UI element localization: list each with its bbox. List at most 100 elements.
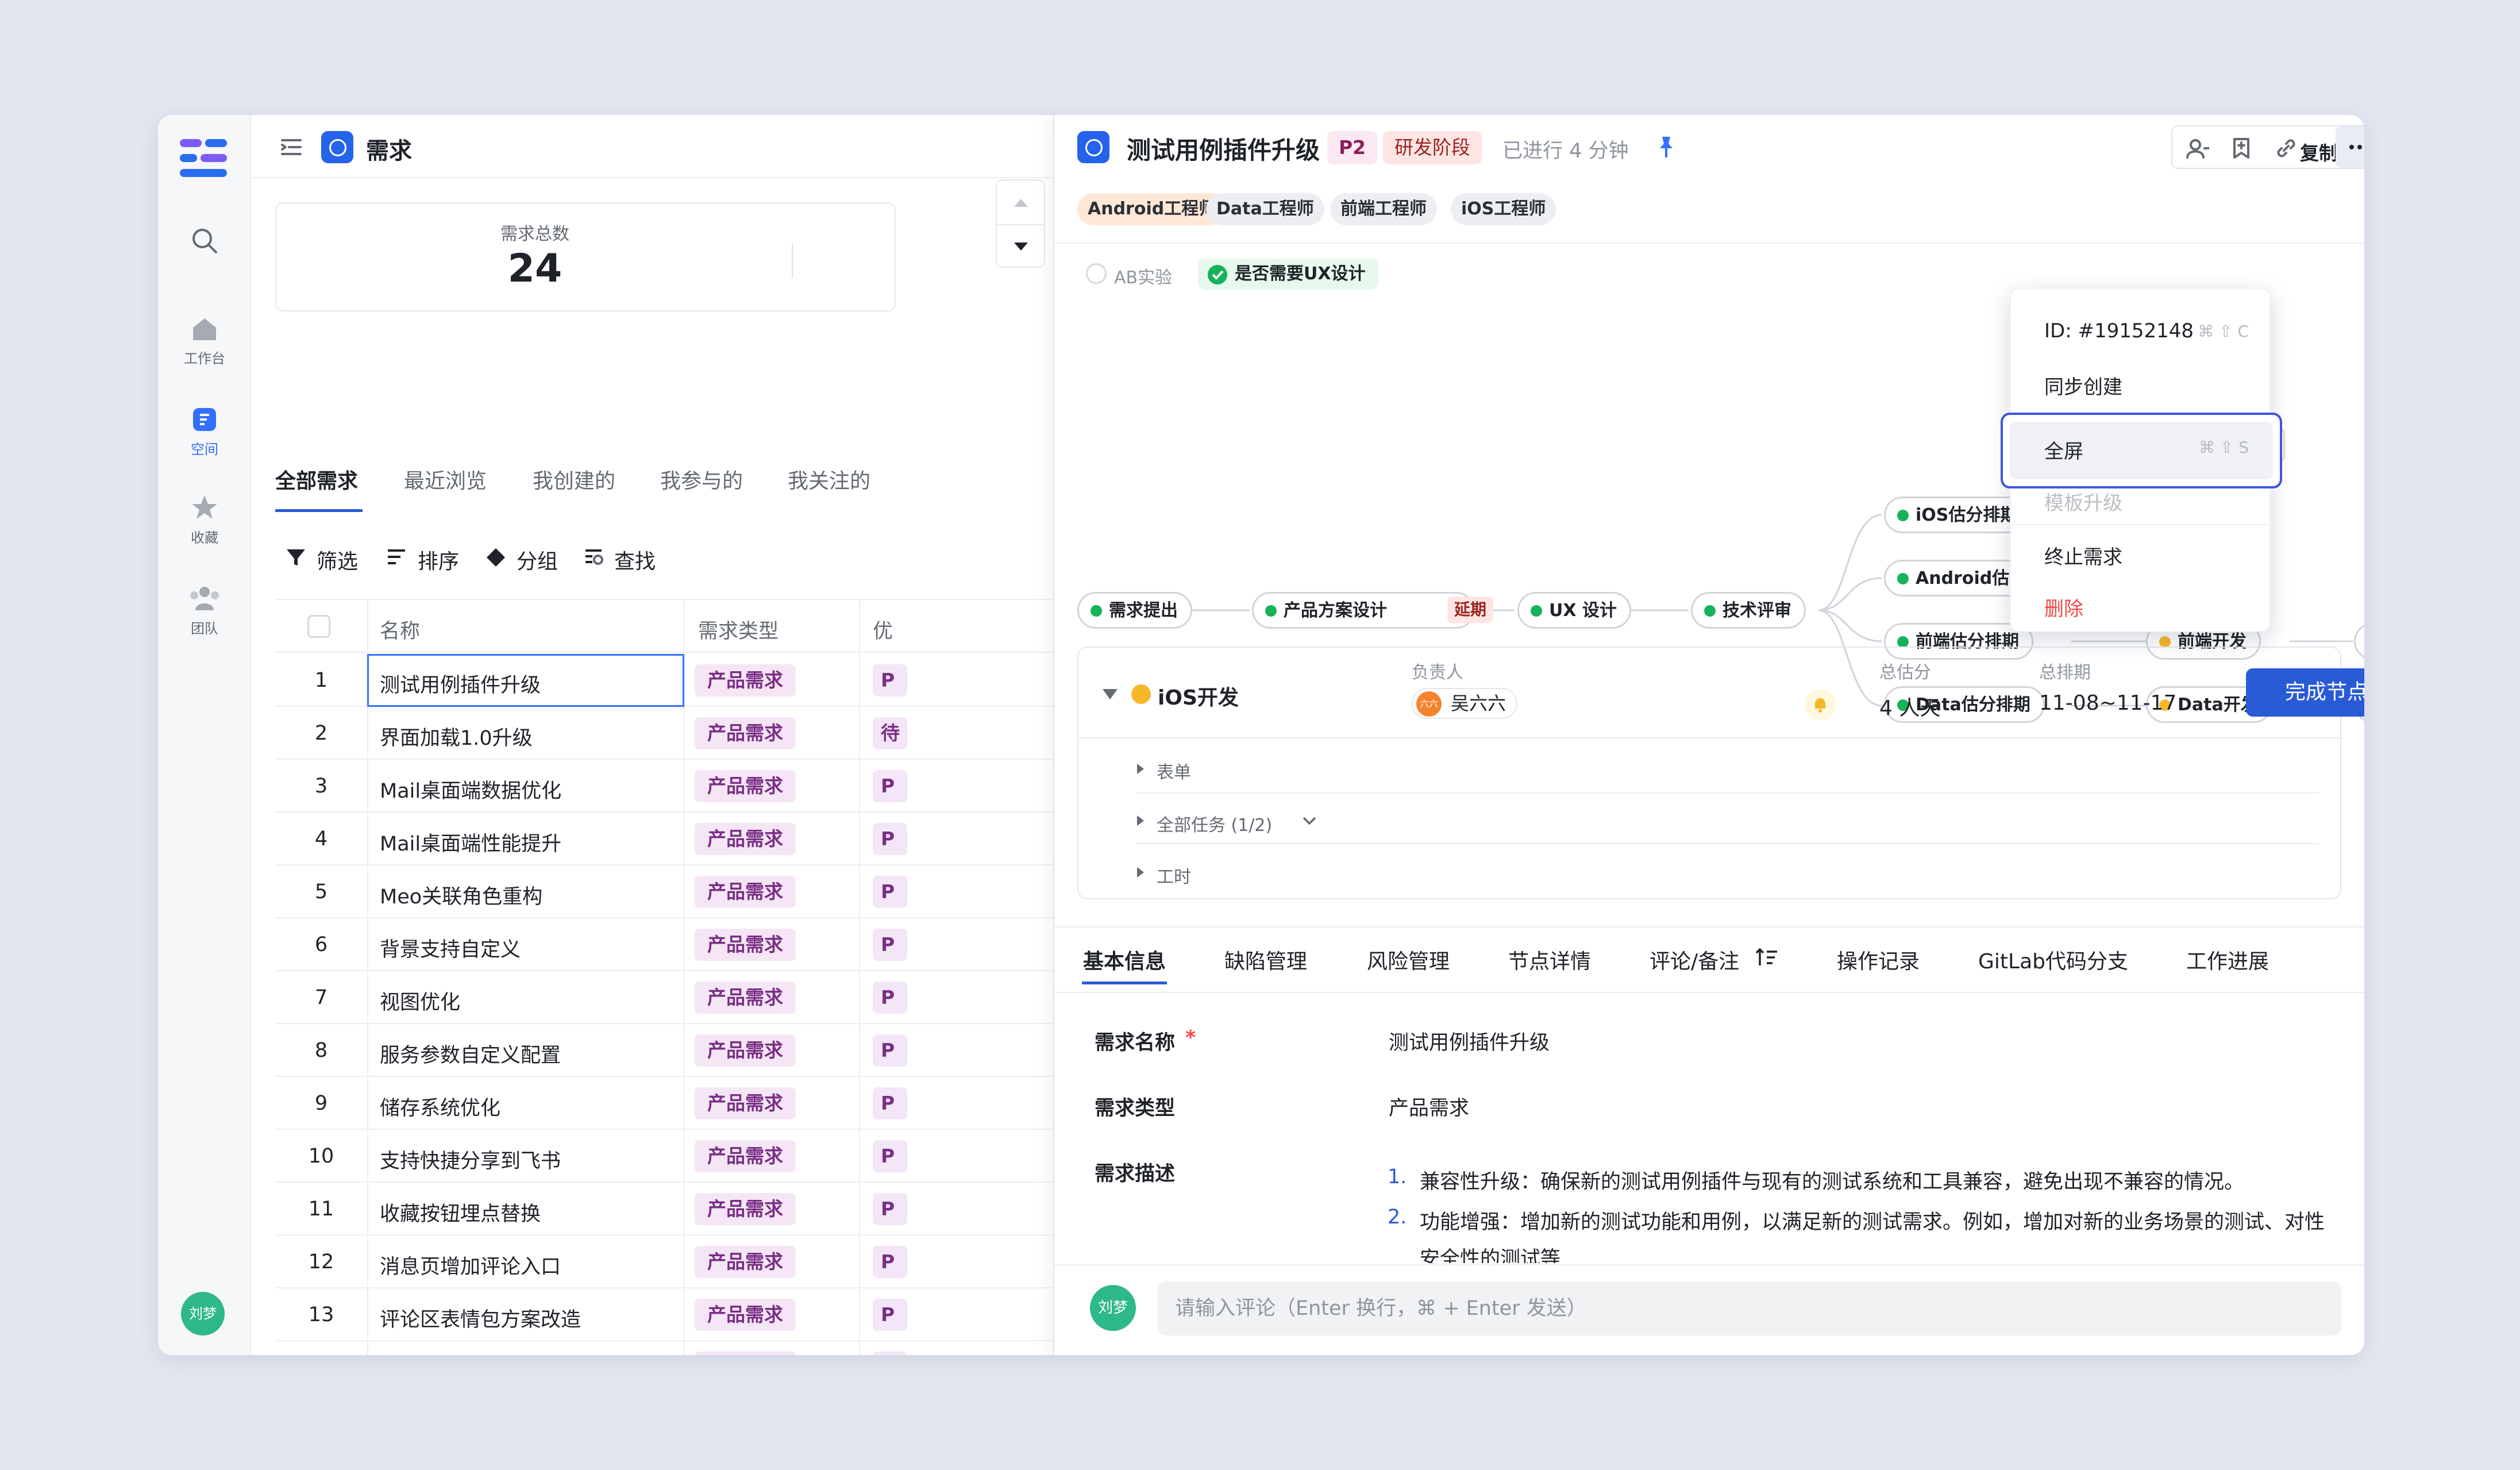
table-row[interactable]: 6 背景支持自定义 产品需求 P <box>275 918 1080 971</box>
comment-input[interactable]: 请输入评论（Enter 换行，⌘ + Enter 发送） <box>1158 1282 2341 1336</box>
table-row[interactable]: 2 界面加载1.0升级 产品需求 待 <box>275 707 1080 760</box>
tab-participated[interactable]: 我参与的 <box>660 464 743 494</box>
row-type-tag[interactable]: 产品需求 <box>695 1034 796 1067</box>
role-chip[interactable]: Android工程师 <box>1077 193 1227 225</box>
row-priority-tag[interactable]: P <box>873 770 907 802</box>
nav-item-space[interactable]: 空间 <box>158 407 251 458</box>
table-row[interactable]: 13 评论区表情包方案改造 产品需求 P <box>275 1288 1080 1341</box>
user-avatar[interactable]: 刘梦 <box>181 1292 225 1336</box>
table-row[interactable]: 4 Mail桌面端性能提升 产品需求 P <box>275 813 1080 865</box>
row-type-tag[interactable]: 产品需求 <box>695 876 796 908</box>
chevron-down-icon[interactable] <box>1012 240 1030 254</box>
bookmark-add-icon[interactable] <box>2232 137 2251 160</box>
tab-risks[interactable]: 风险管理 <box>1367 945 1450 975</box>
sort-button[interactable]: 排序 <box>418 545 459 575</box>
group-button[interactable]: 分组 <box>517 545 558 575</box>
priority-badge[interactable]: P2 <box>1327 131 1378 164</box>
expand-caret-icon[interactable] <box>1136 814 1145 827</box>
field-value-name[interactable]: 测试用例插件升级 <box>1389 1026 1550 1056</box>
row-type-tag[interactable]: 产品需求 <box>695 1299 796 1331</box>
table-row[interactable]: 5 Meo关联角色重构 产品需求 P <box>275 865 1080 918</box>
row-priority-tag[interactable]: P <box>873 1246 907 1278</box>
row-name[interactable]: 储存系统优化 <box>380 1092 500 1121</box>
table-row[interactable]: 9 储存系统优化 产品需求 P <box>275 1077 1080 1130</box>
expand-caret-icon[interactable] <box>1136 866 1145 879</box>
table-row[interactable]: 7 视图优化 产品需求 P <box>275 971 1080 1024</box>
row-name[interactable]: 服务参数自定义配置 <box>380 1039 561 1068</box>
menu-item-sync-create[interactable]: 同步创建 <box>2044 371 2122 399</box>
flow-node[interactable]: 技术评审 <box>1691 592 1806 629</box>
section-tasks[interactable]: 全部任务 (1/2) <box>1157 811 1272 836</box>
row-priority-tag[interactable]: P <box>873 1034 907 1067</box>
row-type-tag[interactable]: 产品需求 <box>695 823 796 855</box>
row-type-tag[interactable]: 产品需求 <box>695 1140 796 1172</box>
tab-gitlab-branches[interactable]: GitLab代码分支 <box>1978 945 2128 975</box>
row-priority-tag[interactable]: P <box>873 1087 907 1119</box>
role-chip[interactable]: Data工程师 <box>1206 193 1324 225</box>
tab-work-progress[interactable]: 工作进展 <box>2186 945 2269 975</box>
row-name[interactable]: 支持快捷分享到飞书 <box>380 1145 561 1174</box>
tab-defects[interactable]: 缺陷管理 <box>1224 945 1307 975</box>
row-name[interactable]: 背景支持自定义 <box>380 933 521 963</box>
ab-test-radio[interactable] <box>1086 263 1107 284</box>
row-name[interactable]: 评论区表情包方案改造 <box>380 1303 581 1333</box>
tab-basic-info[interactable]: 基本信息 <box>1083 945 1166 975</box>
filter-button[interactable]: 筛选 <box>317 545 358 575</box>
field-value-type[interactable]: 产品需求 <box>1389 1092 1469 1121</box>
row-name[interactable]: 界面加载1.0升级 <box>380 722 533 751</box>
row-name[interactable]: Meo关联角色重构 <box>380 880 542 910</box>
row-name[interactable]: 消息页增加评论入口 <box>380 1250 561 1280</box>
row-priority-tag[interactable]: P <box>873 1140 907 1172</box>
description-body[interactable]: 1. 兼容性升级：确保新的测试用例插件与现有的测试系统和工具兼容，避免出现不兼容… <box>1388 1165 2353 1263</box>
row-name[interactable]: Mail桌面端性能提升 <box>380 828 561 857</box>
row-priority-tag[interactable]: P <box>873 929 907 961</box>
row-name[interactable]: 收藏按钮埋点替换 <box>380 1198 541 1227</box>
menu-item-delete[interactable]: 删除 <box>2044 593 2083 621</box>
menu-item-terminate[interactable]: 终止需求 <box>2044 541 2122 569</box>
stage-badge[interactable]: 研发阶段 <box>1383 131 1482 164</box>
flow-node[interactable]: 需求提出 <box>1077 592 1192 629</box>
chevron-down-icon[interactable] <box>1301 815 1317 827</box>
search-icon[interactable] <box>190 226 219 255</box>
row-priority-tag[interactable]: P <box>873 1352 907 1355</box>
ux-required-toggle[interactable]: 是否需要UX设计 <box>1198 259 1378 290</box>
column-header-priority[interactable]: 优 <box>873 615 893 644</box>
menu-item-fullscreen[interactable]: 全屏 <box>2044 436 2083 464</box>
find-button[interactable]: 查找 <box>614 545 656 575</box>
column-header-name[interactable]: 名称 <box>380 615 420 644</box>
nav-item-workbench[interactable]: 工作台 <box>158 316 251 367</box>
row-type-tag[interactable]: 产品需求 <box>695 929 796 961</box>
row-priority-tag[interactable]: P <box>873 664 907 696</box>
table-row[interactable]: 10 支持快捷分享到飞书 产品需求 P <box>275 1130 1080 1183</box>
column-header-type[interactable]: 需求类型 <box>698 615 779 644</box>
complete-node-button[interactable]: 完成节点 <box>2246 668 2364 717</box>
row-priority-tag[interactable]: 待 <box>873 717 907 749</box>
nav-item-favorites[interactable]: 收藏 <box>158 494 251 547</box>
tab-node-details[interactable]: 节点详情 <box>1508 945 1591 975</box>
scroll-stepper[interactable] <box>996 179 1045 268</box>
row-type-tag[interactable]: 产品需求 <box>695 1087 796 1119</box>
collapse-caret-icon[interactable] <box>1101 688 1119 701</box>
flow-node[interactable]: UX 设计 <box>1517 592 1631 629</box>
table-row[interactable]: 3 Mail桌面端数据优化 产品需求 P <box>275 760 1080 813</box>
tab-created[interactable]: 我创建的 <box>533 464 615 494</box>
section-form[interactable]: 表单 <box>1157 758 1191 783</box>
section-worktime[interactable]: 工时 <box>1157 863 1191 888</box>
table-row[interactable]: 8 服务参数自定义配置 产品需求 P <box>275 1024 1080 1077</box>
pin-icon[interactable] <box>1658 136 1675 159</box>
row-type-tag[interactable]: 产品需求 <box>695 1246 796 1278</box>
role-chip[interactable]: iOS工程师 <box>1451 193 1556 225</box>
row-name[interactable]: Mail桌面端数据优化 <box>380 775 561 804</box>
table-row[interactable]: 11 收藏按钮埋点替换 产品需求 P <box>275 1183 1080 1236</box>
row-priority-tag[interactable]: P <box>873 1299 907 1331</box>
row-name[interactable]: 视图优化 <box>380 986 460 1015</box>
collapse-sidebar-icon[interactable] <box>280 136 303 159</box>
row-type-tag[interactable]: 产品需求 <box>695 1352 796 1355</box>
table-row[interactable]: 14 收藏夹层级改版 产品需求 P <box>275 1341 1080 1355</box>
role-chip[interactable]: 前端工程师 <box>1330 193 1437 225</box>
row-type-tag[interactable]: 产品需求 <box>695 664 796 696</box>
tab-recent[interactable]: 最近浏览 <box>404 464 487 494</box>
row-type-tag[interactable]: 产品需求 <box>695 1193 796 1225</box>
members-icon[interactable] <box>2186 138 2209 159</box>
select-all-checkbox[interactable] <box>307 615 330 638</box>
